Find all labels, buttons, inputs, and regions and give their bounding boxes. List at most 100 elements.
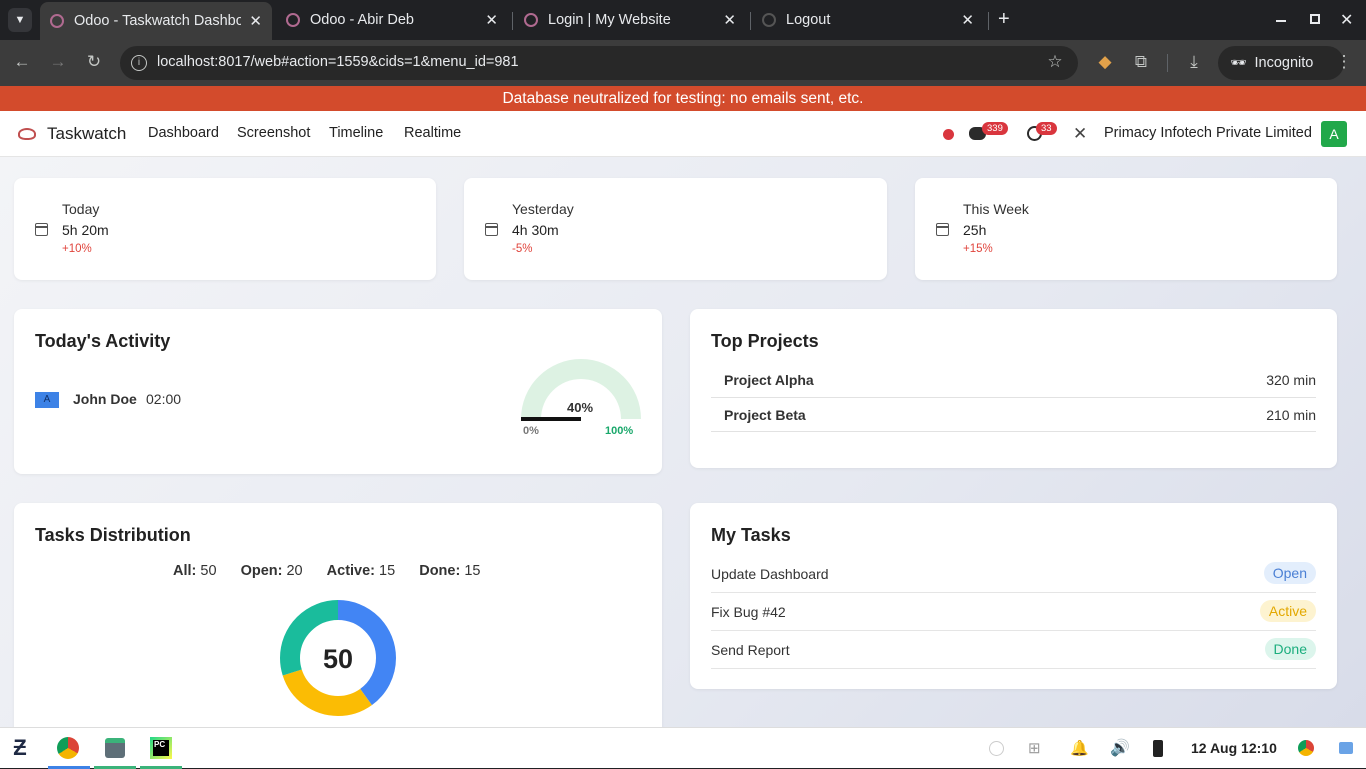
stat-value: 25h <box>963 222 987 238</box>
extensions-puzzle-icon[interactable]: ⧉ <box>1129 52 1153 72</box>
back-arrow-icon[interactable]: ← <box>10 52 34 72</box>
activity-time: 02:00 <box>146 391 182 407</box>
tools-icon[interactable]: ✕ <box>1073 124 1087 144</box>
task-status-badge: Active <box>1259 600 1316 622</box>
gauge-value-label: 40% <box>567 400 593 415</box>
reload-icon[interactable]: ↻ <box>82 52 106 72</box>
tasks-distribution-card: Tasks Distribution All: 50 Open: 20 Acti… <box>14 503 662 727</box>
company-name[interactable]: Primacy Infotech Private Limited <box>1104 125 1312 141</box>
user-avatar: A <box>35 392 59 408</box>
status-dot-icon[interactable] <box>943 129 954 140</box>
close-window-icon[interactable]: ✕ <box>1340 10 1353 30</box>
user-avatar[interactable]: A <box>1321 121 1347 147</box>
chrome-app-icon[interactable] <box>57 737 79 759</box>
network-tray-icon[interactable]: ⊞ <box>1028 739 1041 757</box>
incognito-indicator[interactable]: 🕶 Incognito <box>1218 46 1344 80</box>
close-tab-icon[interactable]: ✕ <box>723 11 736 29</box>
close-tab-icon[interactable]: ✕ <box>485 11 498 29</box>
odoo-favicon-icon <box>50 14 64 28</box>
forward-arrow-icon[interactable]: → <box>46 52 70 72</box>
close-tab-icon[interactable]: ✕ <box>961 11 974 29</box>
stat-card-this-week: This Week 25h +15% <box>915 178 1337 280</box>
card-title: Tasks Distribution <box>35 525 191 545</box>
toolbar-divider <box>1167 54 1168 72</box>
legend-all: All: 50 <box>173 563 217 579</box>
stat-change: +10% <box>62 243 92 255</box>
task-name: Fix Bug #42 <box>711 604 786 620</box>
os-taskbar: Ƶ PC ⊞ 🔔 🔊 12 Aug 12:10 <box>0 727 1366 769</box>
stat-change: -5% <box>512 243 533 255</box>
loading-favicon-icon <box>762 13 776 27</box>
menu-timeline[interactable]: Timeline <box>329 125 383 141</box>
gauge-min-label: 0% <box>523 425 539 437</box>
menu-realtime[interactable]: Realtime <box>404 125 461 141</box>
tab-search-button[interactable]: ▼ <box>8 8 32 32</box>
project-minutes: 210 min <box>1266 407 1316 423</box>
app-name[interactable]: Taskwatch <box>47 124 126 144</box>
zorin-menu-icon[interactable]: Ƶ <box>7 737 33 759</box>
card-title: My Tasks <box>711 525 791 545</box>
stat-card-today: Today 5h 20m +10% <box>14 178 436 280</box>
folder-tray-icon[interactable] <box>1339 742 1353 754</box>
my-tasks-card: My Tasks Update Dashboard Open Fix Bug #… <box>690 503 1337 689</box>
url-text[interactable]: localhost:8017/web#action=1559&cids=1&me… <box>157 54 519 70</box>
files-app-icon[interactable] <box>105 738 125 758</box>
menu-screenshot[interactable]: Screenshot <box>237 125 310 141</box>
top-projects-card: Top Projects Project Alpha 320 min Proje… <box>690 309 1337 468</box>
minimize-window-icon[interactable] <box>1276 20 1286 22</box>
tab-title: Login | My Website <box>548 12 671 28</box>
extension-icon[interactable]: ◆ <box>1093 52 1117 72</box>
messages-count-badge: 339 <box>982 122 1008 135</box>
odoo-favicon-icon <box>286 13 300 27</box>
todays-activity-card: Today's Activity A John Doe 02:00 40% 0%… <box>14 309 662 474</box>
project-minutes: 320 min <box>1266 372 1316 388</box>
stat-value: 4h 30m <box>512 222 559 238</box>
browser-tab[interactable]: Logout ✕ <box>752 4 984 36</box>
list-item[interactable]: Fix Bug #42 Active <box>711 593 1316 631</box>
menu-dashboard[interactable]: Dashboard <box>148 125 219 141</box>
browser-tab-bar: ▼ Odoo - Taskwatch Dashboard ✕ Odoo - Ab… <box>0 0 1366 40</box>
browser-tab[interactable]: Odoo - Taskwatch Dashboard ✕ <box>40 2 272 40</box>
stat-title: This Week <box>963 201 1029 217</box>
tab-title: Odoo - Taskwatch Dashboard <box>74 13 242 29</box>
battery-icon[interactable] <box>1153 740 1163 757</box>
odoo-favicon-icon <box>524 13 538 27</box>
notification-bell-icon[interactable]: 🔔 <box>1070 739 1089 757</box>
legend-open: Open: 20 <box>240 563 303 579</box>
bookmark-star-icon[interactable]: ☆ <box>1043 52 1067 72</box>
tab-divider <box>750 12 751 30</box>
calendar-icon <box>35 223 48 236</box>
chrome-tray-icon[interactable] <box>1298 740 1314 756</box>
task-name: Update Dashboard <box>711 566 829 582</box>
volume-icon[interactable]: 🔊 <box>1110 738 1130 758</box>
list-item[interactable]: Send Report Done <box>711 631 1316 669</box>
gauge-progress-bar <box>521 417 581 421</box>
list-item[interactable]: Update Dashboard Open <box>711 555 1316 593</box>
dashboard-content: Today 5h 20m +10% Yesterday 4h 30m -5% T… <box>0 157 1366 727</box>
project-name: Project Alpha <box>724 372 814 388</box>
stat-value: 5h 20m <box>62 222 109 238</box>
taskbar-datetime[interactable]: 12 Aug 12:10 <box>1191 740 1277 756</box>
pycharm-app-icon[interactable]: PC <box>150 737 172 759</box>
calendar-icon <box>485 223 498 236</box>
tab-divider <box>988 12 989 30</box>
taskwatch-logo-icon <box>18 128 36 140</box>
calendar-icon <box>936 223 949 236</box>
close-tab-icon[interactable]: ✕ <box>249 12 262 30</box>
table-row: Project Alpha 320 min <box>711 362 1316 398</box>
tab-divider <box>512 12 513 30</box>
download-icon[interactable]: ⤓ <box>1182 52 1206 72</box>
gauge-max-label: 100% <box>605 425 633 437</box>
clock-tray-icon[interactable] <box>989 741 1004 756</box>
browser-menu-icon[interactable]: ⋮ <box>1332 52 1356 72</box>
browser-tab[interactable]: Odoo - Abir Deb ✕ <box>276 4 508 36</box>
stat-card-yesterday: Yesterday 4h 30m -5% <box>464 178 887 280</box>
restore-window-icon[interactable] <box>1310 14 1320 24</box>
task-name: Send Report <box>711 642 790 658</box>
card-title: Today's Activity <box>35 331 171 351</box>
new-tab-icon[interactable]: + <box>998 8 1010 31</box>
neutralized-db-banner: Database neutralized for testing: no ema… <box>0 86 1366 111</box>
browser-tab[interactable]: Login | My Website ✕ <box>514 4 746 36</box>
site-info-icon[interactable]: i <box>131 55 147 71</box>
incognito-label: Incognito <box>1254 55 1314 71</box>
